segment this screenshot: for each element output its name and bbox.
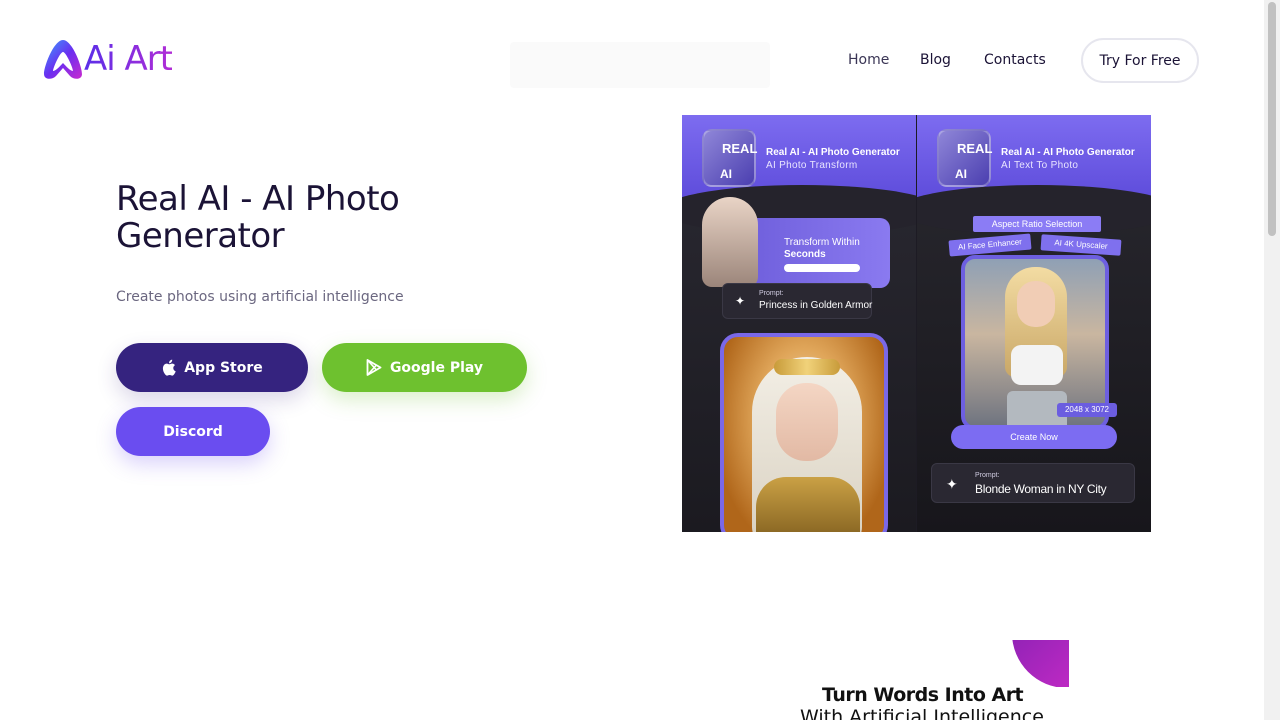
- app-icon: REAL AI: [702, 129, 758, 187]
- app-icon-text-ai: AI: [955, 167, 967, 181]
- promo-panel-text-to-photo: REAL AI Real AI - AI Photo Generator AI …: [917, 115, 1151, 532]
- google-play-icon: [366, 359, 382, 376]
- google-play-label: Google Play: [389, 359, 484, 376]
- header-placeholder-box: [510, 42, 770, 88]
- princess-face: [776, 383, 838, 461]
- create-now-graphic: Create Now: [951, 425, 1117, 449]
- hero-subtitle: Create photos using artificial intellige…: [116, 289, 404, 305]
- app-promo-image: REAL AI Real AI - AI Photo Generator AI …: [682, 115, 1151, 532]
- promo-app-subtitle: AI Photo Transform: [766, 160, 858, 171]
- logo-icon: [44, 40, 82, 79]
- try-for-free-button[interactable]: Try For Free: [1081, 38, 1199, 83]
- upscaler-chip: AI 4K Upscaler: [1040, 234, 1122, 256]
- promo-app-title: Real AI - AI Photo Generator: [766, 147, 900, 158]
- sparkle-hand-icon: ✦: [735, 294, 746, 308]
- promo-app-title: Real AI - AI Photo Generator: [1001, 147, 1135, 158]
- app-icon-text-real: REAL: [722, 141, 758, 156]
- google-play-button[interactable]: Google Play: [322, 343, 527, 392]
- promo-app-subtitle: AI Text To Photo: [1001, 160, 1079, 171]
- nav-home-link[interactable]: Home: [848, 52, 889, 68]
- princess-armor: [756, 477, 860, 532]
- transform-line1: Transform Within: [784, 237, 860, 248]
- image-size-badge: 2048 x 3072: [1057, 403, 1117, 417]
- prompt-box: ✦ Prompt: Princess in Golden Armor: [722, 283, 872, 319]
- app-icon-text-ai: AI: [720, 167, 732, 181]
- app-store-button[interactable]: App Store: [116, 343, 308, 392]
- woman-face: [1017, 281, 1055, 327]
- transform-progress-bar: [784, 264, 860, 272]
- promo-panel-photo-transform: REAL AI Real AI - AI Photo Generator AI …: [682, 115, 916, 532]
- prompt-text: Princess in Golden Armor: [759, 300, 873, 311]
- transform-line2: Seconds: [784, 249, 826, 260]
- sparkle-hand-icon: ✦: [946, 476, 958, 492]
- app-store-label: App Store: [184, 359, 263, 376]
- app-icon-text-real: REAL: [957, 141, 993, 156]
- scrollbar-thumb[interactable]: [1268, 2, 1276, 236]
- prompt-text: Blonde Woman in NY City: [975, 482, 1107, 496]
- hero-title: Real AI - AI Photo Generator: [116, 179, 400, 256]
- aspect-ratio-label: Aspect Ratio Selection: [973, 216, 1101, 232]
- prompt-box: ✦ Prompt: Blonde Woman in NY City: [931, 463, 1135, 503]
- logo[interactable]: Ai Art: [40, 36, 173, 82]
- nav-contacts-link[interactable]: Contacts: [984, 52, 1046, 68]
- app-icon: REAL AI: [937, 129, 993, 187]
- prompt-label: Prompt:: [759, 290, 784, 297]
- transform-caption: Transform Within Seconds: [784, 237, 860, 261]
- logo-text: Ai Art: [84, 39, 173, 79]
- banner-title: Turn Words Into Art: [822, 684, 1024, 706]
- nav-blog-link[interactable]: Blog: [920, 52, 951, 68]
- page-scrollbar[interactable]: [1264, 0, 1280, 720]
- woman-top: [1011, 345, 1063, 385]
- apple-icon: [163, 359, 176, 376]
- bald-woman-portrait: [702, 197, 758, 287]
- prompt-label: Prompt:: [975, 472, 1000, 479]
- banner-subtitle: With Artificial Intelligence: [800, 706, 1044, 720]
- decorative-corner-blob: [1012, 640, 1069, 687]
- phone-princess-image: [720, 333, 888, 532]
- discord-button[interactable]: Discord: [116, 407, 270, 456]
- face-enhancer-chip: AI Face Enhancer: [948, 233, 1032, 257]
- princess-crown: [774, 359, 840, 375]
